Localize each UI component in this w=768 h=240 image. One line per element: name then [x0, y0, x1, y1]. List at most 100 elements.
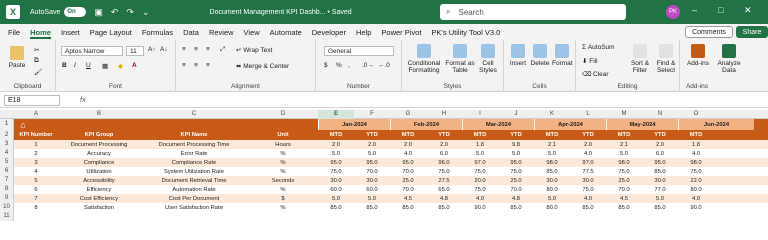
cell-j8[interactable]: 70.0 [498, 185, 534, 194]
row-header-11[interactable]: 11 [0, 212, 14, 221]
cell-b4[interactable]: Accuracy [58, 149, 140, 158]
cell-f9[interactable]: 5.0 [354, 194, 390, 203]
underline-icon[interactable]: U [86, 62, 91, 69]
cell-c6[interactable]: System Utilization Rate [140, 167, 248, 176]
save-icon[interactable]: ▣ [94, 7, 103, 18]
format-as-table-button[interactable]: Format as Table [444, 44, 476, 74]
search-box[interactable]: ⌕ Search [440, 4, 626, 20]
cell-m7[interactable]: 25.0 [606, 176, 642, 185]
header-cell-n[interactable]: YTD [642, 130, 678, 140]
cell-b5[interactable]: Compliance [58, 158, 140, 167]
borders-icon[interactable]: ▦ [102, 62, 108, 70]
menu-pk-utility[interactable]: PK's Utility Tool V3.0 [431, 24, 500, 40]
cell-a10[interactable]: 8 [14, 203, 58, 212]
cell-l4[interactable]: 4.0 [570, 149, 606, 158]
addins-button[interactable]: Add-ins [684, 44, 712, 67]
cell-k4[interactable]: 5.0 [534, 149, 570, 158]
italic-icon[interactable]: I [74, 62, 76, 69]
cell-e5[interactable]: 95.0 [318, 158, 354, 167]
cut-icon[interactable]: ✂ [34, 46, 39, 54]
cell-k3[interactable]: 2.1 [534, 140, 570, 149]
cell-a7[interactable]: 5 [14, 176, 58, 185]
redo-icon[interactable]: ↷ [126, 7, 134, 18]
cell-h5[interactable]: 96.0 [426, 158, 462, 167]
cell-n10[interactable]: 85.0 [642, 203, 678, 212]
row-header-8[interactable]: 8 [0, 185, 14, 194]
cell-d10[interactable]: % [248, 203, 318, 212]
column-header-i[interactable]: I [462, 110, 498, 119]
cell-b10[interactable]: Satisfaction [58, 203, 140, 212]
analyze-data-button[interactable]: Analyze Data [714, 44, 744, 74]
cell-h3[interactable]: 2.0 [426, 140, 462, 149]
number-format-select[interactable]: General [324, 46, 394, 56]
cell-c4[interactable]: Error Rate [140, 149, 248, 158]
undo-icon[interactable]: ↶ [111, 7, 119, 18]
cell-e8[interactable]: 60.0 [318, 185, 354, 194]
cell-styles-button[interactable]: Cell Styles [476, 44, 500, 74]
cell-e10[interactable]: 85.0 [318, 203, 354, 212]
cell-j7[interactable]: 25.0 [498, 176, 534, 185]
comments-button[interactable]: Comments [685, 26, 733, 38]
cell-n8[interactable]: 77.0 [642, 185, 678, 194]
cell-e3[interactable]: 2.0 [318, 140, 354, 149]
header-cell-o[interactable]: MTD [678, 130, 714, 140]
column-header-k[interactable]: K [534, 110, 570, 119]
column-header-o[interactable]: O [678, 110, 714, 119]
cell-n3[interactable]: 2.0 [642, 140, 678, 149]
cell-l3[interactable]: 2.0 [570, 140, 606, 149]
cell-n4[interactable]: 6.0 [642, 149, 678, 158]
cell-l10[interactable]: 85.0 [570, 203, 606, 212]
header-cell-e[interactable]: MTD [318, 130, 354, 140]
cell-i7[interactable]: 20.0 [462, 176, 498, 185]
menu-review[interactable]: Review [209, 24, 234, 40]
column-header-g[interactable]: G [390, 110, 426, 119]
format-painter-icon[interactable]: 🖌 [34, 68, 42, 76]
column-header-a[interactable]: A [14, 110, 58, 119]
cell-b6[interactable]: Utilization [58, 167, 140, 176]
cell-l7[interactable]: 30.0 [570, 176, 606, 185]
orientation-icon[interactable]: ⤢ [220, 46, 225, 54]
cell-n9[interactable]: 5.0 [642, 194, 678, 203]
cell-g3[interactable]: 2.0 [390, 140, 426, 149]
cell-c5[interactable]: Compliance Rate [140, 158, 248, 167]
comma-icon[interactable]: , [348, 62, 350, 69]
shrink-font-icon[interactable]: A↓ [160, 46, 168, 53]
format-cells-button[interactable]: Format [552, 44, 573, 67]
cell-f3[interactable]: 2.0 [354, 140, 390, 149]
cell-h8[interactable]: 65.0 [426, 185, 462, 194]
cell-m10[interactable]: 85.0 [606, 203, 642, 212]
cell-f6[interactable]: 70.0 [354, 167, 390, 176]
cell-a9[interactable]: 7 [14, 194, 58, 203]
menu-formulas[interactable]: Formulas [142, 24, 173, 40]
cell-l9[interactable]: 4.0 [570, 194, 606, 203]
fx-icon[interactable]: fx [80, 97, 85, 104]
cell-k9[interactable]: 5.0 [534, 194, 570, 203]
sort-filter-button[interactable]: Sort & Filter [628, 44, 652, 74]
cell-a3[interactable]: 1 [14, 140, 58, 149]
cell-a6[interactable]: 4 [14, 167, 58, 176]
align-center-icon[interactable]: ≡ [194, 62, 198, 69]
cell-j9[interactable]: 4.8 [498, 194, 534, 203]
font-size-select[interactable]: 11 [126, 46, 144, 56]
cell-l5[interactable]: 97.0 [570, 158, 606, 167]
row-header-6[interactable]: 6 [0, 167, 14, 176]
cell-o9[interactable]: 4.0 [678, 194, 714, 203]
menu-help[interactable]: Help [356, 24, 371, 40]
cell-g6[interactable]: 70.0 [390, 167, 426, 176]
cell-l8[interactable]: 75.0 [570, 185, 606, 194]
cell-n5[interactable]: 95.0 [642, 158, 678, 167]
cell-h10[interactable]: 85.0 [426, 203, 462, 212]
cell-b8[interactable]: Efficiency [58, 185, 140, 194]
column-header-c[interactable]: C [140, 110, 248, 119]
cell-o3[interactable]: 1.8 [678, 140, 714, 149]
menu-insert[interactable]: Insert [61, 24, 80, 40]
header-cell-d[interactable]: Unit [248, 130, 318, 140]
header-cell-h[interactable]: YTD [426, 130, 462, 140]
cell-i6[interactable]: 75.0 [462, 167, 498, 176]
cell-m5[interactable]: 98.0 [606, 158, 642, 167]
cell-o8[interactable]: 80.0 [678, 185, 714, 194]
maximize-icon[interactable]: □ [718, 5, 723, 15]
share-button[interactable]: Share [736, 26, 768, 38]
cell-k8[interactable]: 80.0 [534, 185, 570, 194]
bold-icon[interactable]: B [62, 62, 67, 69]
